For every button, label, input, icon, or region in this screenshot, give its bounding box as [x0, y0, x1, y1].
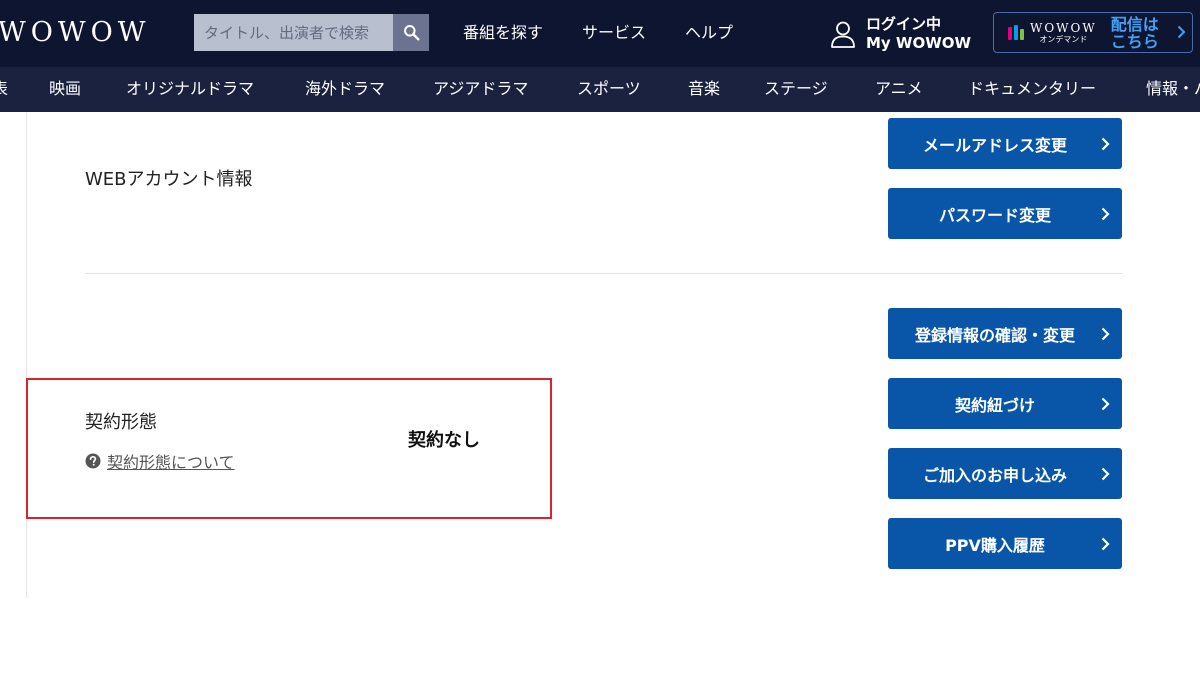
ondemand-banner[interactable]: WOWOW オンデマンド 配信は こちら: [993, 12, 1193, 53]
panel-border: [26, 112, 27, 598]
ondemand-cta-line1: 配信は: [1110, 14, 1159, 34]
login-status-label: ログイン中: [866, 15, 942, 33]
contract-type-help-link[interactable]: 契約形態について: [85, 449, 235, 473]
category-item[interactable]: 海外ドラマ: [305, 79, 385, 99]
help-link-label: 契約形態について: [107, 453, 235, 472]
change-email-label: メールアドレス変更: [922, 135, 1067, 155]
category-nav: 表 映画 オリジナルドラマ 海外ドラマ アジアドラマ スポーツ 音楽 ステージ …: [0, 67, 1200, 112]
ondemand-brand-name: WOWOW: [1030, 20, 1097, 35]
search-icon: [403, 25, 419, 41]
my-wowow-label: My WOWOW: [866, 34, 972, 52]
nav-help[interactable]: ヘルプ: [685, 22, 733, 44]
change-password-button[interactable]: パスワード変更: [888, 188, 1122, 239]
contract-type-label: 契約形態: [85, 412, 157, 433]
login-status[interactable]: ログイン中 My WOWOW: [830, 13, 971, 55]
chevron-right-icon: [1101, 467, 1110, 481]
chevron-right-icon: [1101, 207, 1110, 221]
category-item[interactable]: スポーツ: [577, 79, 641, 99]
category-item[interactable]: オリジナルドラマ: [126, 79, 254, 99]
link-contract-label: 契約紐づけ: [954, 395, 1035, 415]
category-item[interactable]: 情報・バ: [1146, 79, 1200, 99]
change-email-button[interactable]: メールアドレス変更: [888, 118, 1122, 169]
section-divider: [85, 273, 1122, 274]
ondemand-brand-sub: オンデマンド: [1039, 34, 1088, 44]
user-icon: [831, 21, 855, 48]
link-contract-button[interactable]: 契約紐づけ: [888, 378, 1122, 429]
search-button[interactable]: [393, 14, 429, 51]
site-header: WOWOW 番組を探す サービス ヘルプ ログイン中 My WOWOW WOWO: [0, 0, 1200, 67]
wowow-logo[interactable]: WOWOW: [0, 19, 151, 47]
view-edit-registration-label: 登録情報の確認・変更: [914, 325, 1075, 345]
category-item[interactable]: アニメ: [875, 79, 923, 99]
change-password-label: パスワード変更: [938, 205, 1051, 225]
subscribe-label: ご加入のお申し込み: [922, 465, 1067, 485]
category-item[interactable]: 映画: [49, 79, 81, 99]
nav-services[interactable]: サービス: [582, 22, 646, 44]
ondemand-cta-line2: こちら: [1110, 31, 1159, 51]
ppv-history-label: PPV購入履歴: [945, 535, 1045, 555]
ondemand-cta: 配信は こちら: [1111, 16, 1159, 50]
category-item[interactable]: アジアドラマ: [433, 79, 528, 99]
wowow-od-mark-icon: [1008, 24, 1024, 40]
search-input[interactable]: [194, 14, 393, 51]
ppv-history-button[interactable]: PPV購入履歴: [888, 518, 1122, 569]
view-edit-registration-button[interactable]: 登録情報の確認・変更: [888, 308, 1122, 359]
chevron-right-icon: [1101, 537, 1110, 551]
chevron-right-icon: [1101, 327, 1110, 341]
category-item[interactable]: ステージ: [764, 79, 828, 99]
login-text: ログイン中 My WOWOW: [866, 15, 971, 53]
web-account-label: WEBアカウント情報: [85, 169, 253, 190]
category-item[interactable]: ドキュメンタリー: [968, 79, 1096, 99]
chevron-right-icon: [1101, 397, 1110, 411]
nav-find-programs[interactable]: 番組を探す: [463, 22, 543, 44]
chevron-right-icon: [1177, 25, 1186, 39]
category-item[interactable]: 表: [0, 79, 8, 99]
contract-type-value: 契約なし: [408, 430, 480, 451]
question-circle-icon: [85, 453, 101, 469]
category-item[interactable]: 音楽: [688, 79, 720, 99]
search-box: [194, 14, 429, 51]
ondemand-brand: WOWOW オンデマンド: [1030, 20, 1097, 44]
chevron-right-icon: [1101, 137, 1110, 151]
subscribe-button[interactable]: ご加入のお申し込み: [888, 448, 1122, 499]
